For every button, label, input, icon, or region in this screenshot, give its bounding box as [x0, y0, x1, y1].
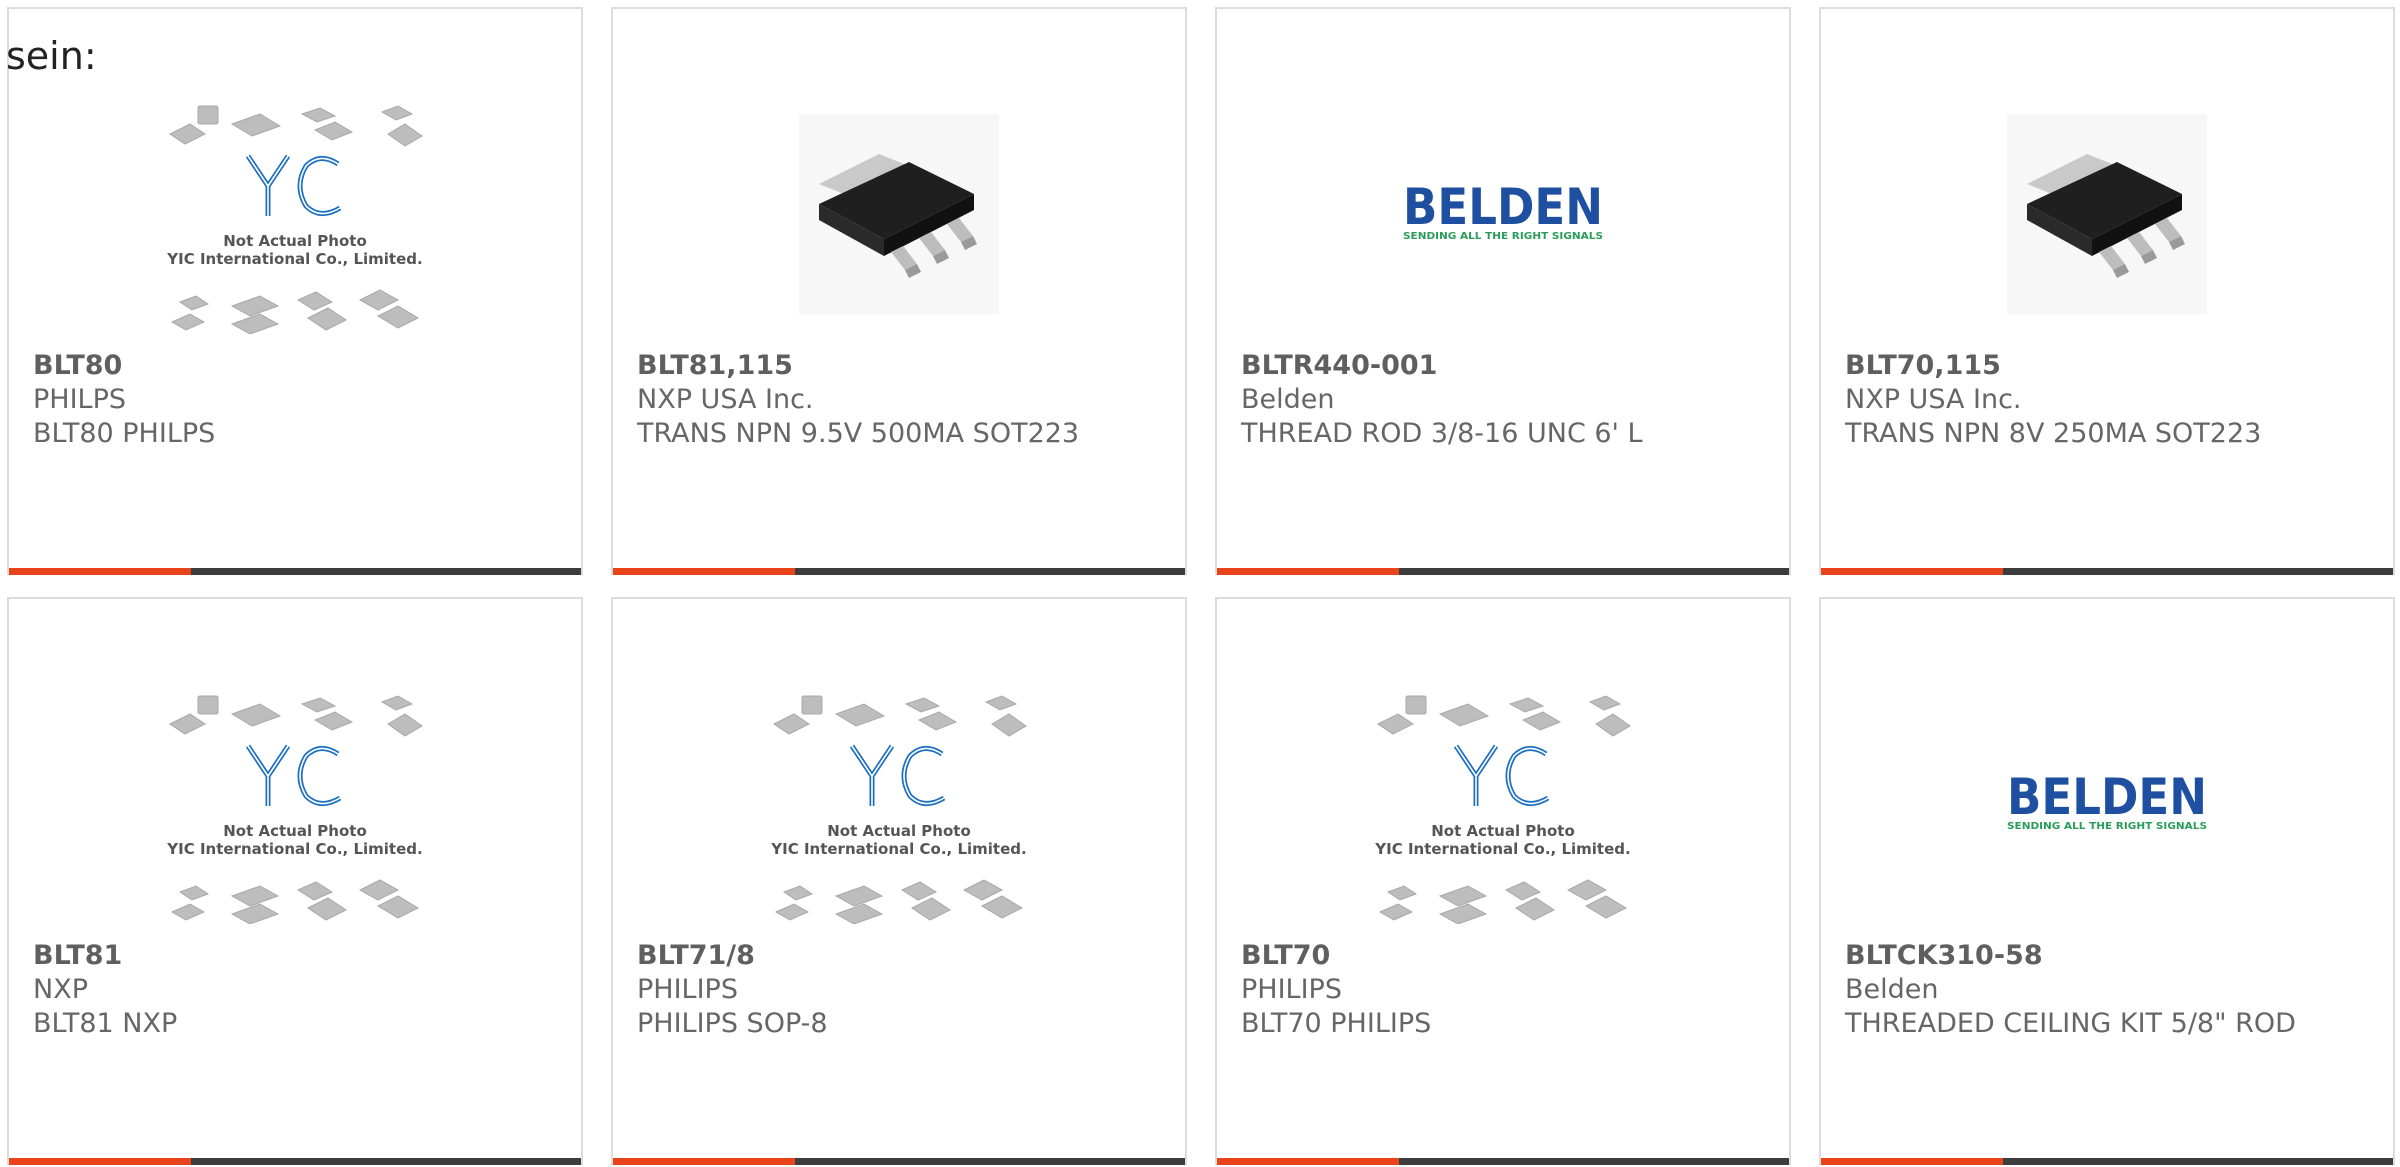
- product-image[interactable]: Not Actual Photo YIC International Co., …: [613, 669, 1185, 939]
- product-card-blt70-115[interactable]: BLT70,115 NXP USA Inc. TRANS NPN 8V 250M…: [1819, 7, 2395, 575]
- product-image[interactable]: [613, 79, 1185, 349]
- placeholder-caption-line2: YIC International Co., Limited.: [166, 840, 422, 858]
- product-part-number[interactable]: BLT71/8: [637, 939, 1161, 973]
- product-part-number[interactable]: BLT70: [1241, 939, 1765, 973]
- card-bottom-bar: [9, 568, 581, 575]
- product-card-bltck310-58[interactable]: BELDEN SENDING ALL THE RIGHT SIGNALS BLT…: [1819, 597, 2395, 1165]
- product-part-number[interactable]: BLT81: [33, 939, 557, 973]
- product-image[interactable]: Not Actual Photo YIC International Co., …: [9, 79, 581, 349]
- placeholder-caption-line2: YIC International Co., Limited.: [1374, 840, 1630, 858]
- placeholder-caption-line2: YIC International Co., Limited.: [770, 840, 1026, 858]
- placeholder-image-icon: Not Actual Photo YIC International Co., …: [770, 695, 1027, 924]
- product-image[interactable]: Not Actual Photo YIC International Co., …: [1217, 669, 1789, 939]
- product-text: BLT81 NXP BLT81 NXP: [33, 939, 557, 1041]
- card-bottom-bar: [1821, 1158, 2393, 1165]
- placeholder-caption-line1: Not Actual Photo: [827, 822, 971, 840]
- product-manufacturer: PHILPS: [33, 384, 127, 415]
- product-description: THREAD ROD 3/8-16 UNC 6' L: [1241, 418, 1643, 449]
- belden-logo-icon: BELDEN SENDING ALL THE RIGHT SIGNALS: [2007, 774, 2207, 832]
- belden-logo-tagline: SENDING ALL THE RIGHT SIGNALS: [2007, 821, 2207, 832]
- placeholder-caption-line1: Not Actual Photo: [1431, 822, 1575, 840]
- card-bar-accent: [1217, 568, 1399, 575]
- product-image[interactable]: Not Actual Photo YIC International Co., …: [9, 669, 581, 939]
- product-part-number[interactable]: BLT81,115: [637, 349, 1161, 383]
- transistor-image-icon: [2007, 114, 2207, 314]
- product-description: PHILIPS SOP-8: [637, 1008, 828, 1039]
- product-description: BLT81 NXP: [33, 1008, 178, 1039]
- product-text: BLT80 PHILPS BLT80 PHILPS: [33, 349, 557, 451]
- product-part-number[interactable]: BLT70,115: [1845, 349, 2369, 383]
- product-manufacturer: NXP: [33, 974, 88, 1005]
- product-part-number[interactable]: BLTCK310-58: [1845, 939, 2369, 973]
- product-grid-page: sein: Not Actual Photo YIC International…: [0, 0, 2400, 1167]
- product-description: BLT70 PHILIPS: [1241, 1008, 1432, 1039]
- product-manufacturer: NXP USA Inc.: [637, 384, 814, 415]
- card-bottom-bar: [613, 1158, 1185, 1165]
- product-manufacturer: Belden: [1241, 384, 1335, 415]
- belden-logo-word: BELDEN: [2007, 774, 2207, 826]
- placeholder-image-icon: Not Actual Photo YIC International Co., …: [166, 695, 423, 924]
- placeholder-caption-line1: Not Actual Photo: [223, 822, 367, 840]
- product-text: BLT71/8 PHILIPS PHILIPS SOP-8: [637, 939, 1161, 1041]
- product-manufacturer: PHILIPS: [1241, 974, 1342, 1005]
- product-text: BLT70,115 NXP USA Inc. TRANS NPN 8V 250M…: [1845, 349, 2369, 451]
- product-description: TRANS NPN 9.5V 500MA SOT223: [637, 418, 1080, 449]
- placeholder-caption-line2: YIC International Co., Limited.: [166, 250, 422, 268]
- product-card-blt80[interactable]: Not Actual Photo YIC International Co., …: [7, 7, 583, 575]
- placeholder-image-icon: Not Actual Photo YIC International Co., …: [1374, 695, 1631, 924]
- card-bar-accent: [1821, 568, 2003, 575]
- card-bottom-bar: [9, 1158, 581, 1165]
- product-description: BLT80 PHILPS: [33, 418, 216, 449]
- product-manufacturer: NXP USA Inc.: [1845, 384, 2022, 415]
- product-manufacturer: Belden: [1845, 974, 1939, 1005]
- card-bar-accent: [9, 568, 191, 575]
- product-image[interactable]: BELDEN SENDING ALL THE RIGHT SIGNALS: [1217, 79, 1789, 349]
- card-bottom-bar: [613, 568, 1185, 575]
- card-bar-accent: [613, 1158, 795, 1165]
- belden-logo-tagline: SENDING ALL THE RIGHT SIGNALS: [1403, 231, 1603, 242]
- product-card-bltr440-001[interactable]: BELDEN SENDING ALL THE RIGHT SIGNALS BLT…: [1215, 7, 1791, 575]
- product-card-blt81[interactable]: Not Actual Photo YIC International Co., …: [7, 597, 583, 1165]
- product-description: THREADED CEILING KIT 5/8" ROD: [1845, 1008, 2296, 1039]
- transistor-image-icon: [799, 114, 999, 314]
- belden-logo-word: BELDEN: [1403, 184, 1603, 236]
- product-card-blt70[interactable]: Not Actual Photo YIC International Co., …: [1215, 597, 1791, 1165]
- product-card-blt81-115[interactable]: BLT81,115 NXP USA Inc. TRANS NPN 9.5V 50…: [611, 7, 1187, 575]
- card-bar-accent: [1821, 1158, 2003, 1165]
- card-bar-accent: [613, 568, 795, 575]
- card-bar-accent: [9, 1158, 191, 1165]
- product-text: BLT70 PHILIPS BLT70 PHILIPS: [1241, 939, 1765, 1041]
- product-part-number[interactable]: BLTR440-001: [1241, 349, 1765, 383]
- product-manufacturer: PHILIPS: [637, 974, 738, 1005]
- belden-logo-icon: BELDEN SENDING ALL THE RIGHT SIGNALS: [1403, 184, 1603, 242]
- placeholder-image-icon: Not Actual Photo YIC International Co., …: [166, 105, 423, 334]
- product-text: BLT81,115 NXP USA Inc. TRANS NPN 9.5V 50…: [637, 349, 1161, 451]
- product-image[interactable]: [1821, 79, 2393, 349]
- product-text: BLTCK310-58 Belden THREADED CEILING KIT …: [1845, 939, 2369, 1041]
- card-bar-accent: [1217, 1158, 1399, 1165]
- product-description: TRANS NPN 8V 250MA SOT223: [1845, 418, 2262, 449]
- product-text: BLTR440-001 Belden THREAD ROD 3/8-16 UNC…: [1241, 349, 1765, 451]
- placeholder-caption-line1: Not Actual Photo: [223, 232, 367, 250]
- product-image[interactable]: BELDEN SENDING ALL THE RIGHT SIGNALS: [1821, 669, 2393, 939]
- card-bottom-bar: [1217, 568, 1789, 575]
- product-card-blt71-8[interactable]: Not Actual Photo YIC International Co., …: [611, 597, 1187, 1165]
- card-bottom-bar: [1821, 568, 2393, 575]
- product-part-number[interactable]: BLT80: [33, 349, 557, 383]
- intro-text: sein:: [6, 34, 97, 78]
- card-bottom-bar: [1217, 1158, 1789, 1165]
